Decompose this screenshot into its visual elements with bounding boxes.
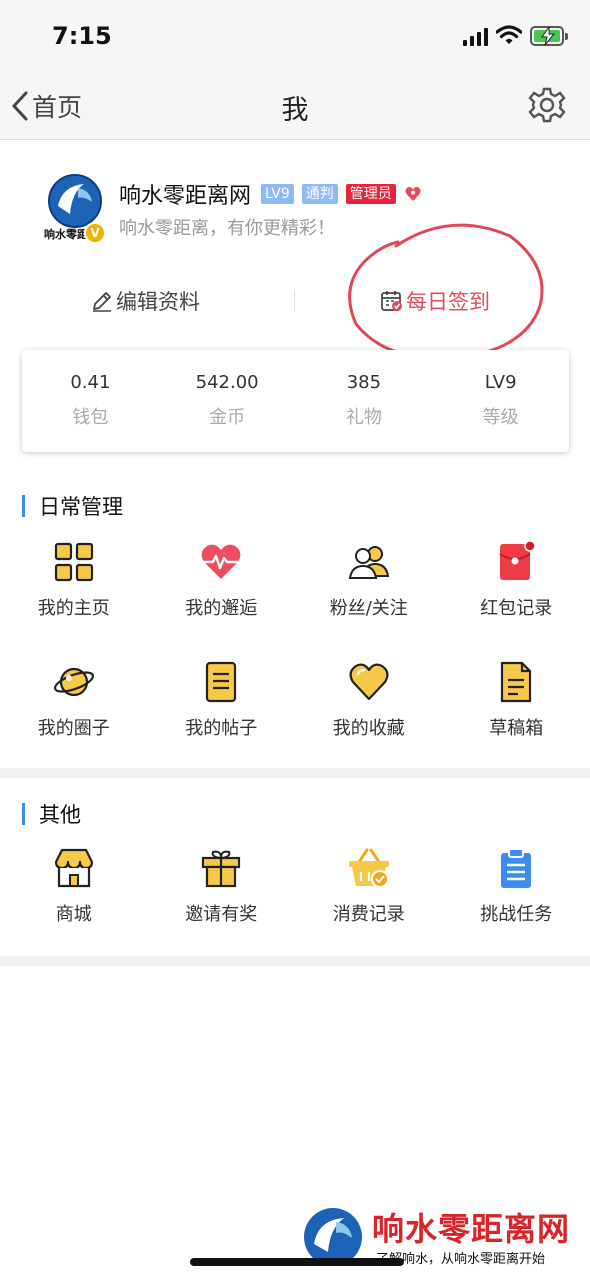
stat-value: LV9 (484, 372, 517, 393)
daily-checkin-label: 每日签到 (406, 290, 490, 314)
people-icon (348, 546, 389, 579)
other-grid: 商城 邀请有奖 消费记录 挑战任务 (0, 840, 590, 960)
menu-label: 我的收藏 (332, 718, 405, 739)
username: 响水零距离网 (119, 184, 252, 209)
stats-card: 0.41 钱包 542.00 金币 385 礼物 LV9 等级 (22, 350, 569, 452)
section-title: 其他 (39, 803, 81, 827)
home-indicator (190, 1258, 404, 1266)
status-time: 7:15 (52, 22, 112, 50)
menu-purchase-records[interactable]: 消费记录 (295, 840, 443, 960)
other-section: 其他 商城 邀请有奖 消费记录 挑战任务 (0, 778, 590, 956)
section-accent-bar (22, 803, 25, 825)
gift-icon (202, 850, 241, 888)
section-header: 日常管理 (22, 491, 123, 521)
stat-wallet[interactable]: 0.41 钱包 (22, 350, 159, 452)
menu-label: 草稿箱 (489, 718, 544, 739)
section-header: 其他 (22, 799, 81, 829)
menu-my-homepage[interactable]: 我的主页 (0, 534, 148, 654)
menu-red-envelope-records[interactable]: 红包记录 (443, 534, 590, 654)
watermark-title: 响水零距离网 (372, 1210, 571, 1248)
heart-icon (349, 663, 389, 701)
menu-label: 消费记录 (332, 904, 405, 925)
site-logo-icon (48, 174, 102, 228)
stat-label: 礼物 (345, 407, 382, 428)
action-divider (294, 290, 295, 312)
profile-section: 响水零距离 V 响水零距离网 LV9 通判 管理员 响水零距离，有你更精彩！ 编… (0, 140, 590, 452)
page-title: 我 (281, 95, 309, 126)
verified-badge: V (84, 222, 106, 244)
menu-label: 我的主页 (37, 598, 110, 619)
daily-management-section: 日常管理 我的主页 我的邂逅 粉丝/关注 红包记录 我的圈子 我的帖子 我的收藏… (0, 470, 590, 768)
stat-label: 等级 (482, 407, 519, 428)
avatar[interactable]: 响水零距离 V (44, 174, 106, 248)
section-title: 日常管理 (39, 495, 123, 519)
stat-coins[interactable]: 542.00 金币 (159, 350, 296, 452)
pencil-icon (93, 292, 111, 312)
stat-label: 钱包 (72, 407, 109, 428)
stat-value: 0.41 (70, 372, 111, 393)
daily-grid: 我的主页 我的邂逅 粉丝/关注 红包记录 我的圈子 我的帖子 我的收藏 草稿箱 (0, 534, 590, 774)
menu-my-encounters[interactable]: 我的邂逅 (148, 534, 296, 654)
daily-checkin-button[interactable]: 每日签到 (380, 286, 490, 316)
shop-icon (54, 848, 93, 888)
clipboard-icon (501, 848, 532, 888)
stat-label: 金币 (209, 407, 246, 428)
section-separator (0, 956, 590, 966)
stat-value: 385 (346, 372, 382, 393)
document-icon (206, 661, 237, 703)
planet-icon (53, 667, 94, 697)
nav-bar: 首页 我 (0, 72, 590, 140)
menu-label: 粉丝/关注 (329, 598, 408, 619)
section-separator (0, 768, 590, 778)
menu-my-circles[interactable]: 我的圈子 (0, 654, 148, 774)
menu-label: 我的圈子 (37, 718, 110, 739)
signature: 响水零距离，有你更精彩！ (119, 218, 335, 239)
menu-invite-rewards[interactable]: 邀请有奖 (148, 840, 296, 960)
menu-label: 商城 (55, 904, 92, 925)
username-row: 响水零距离网 LV9 通判 管理员 (119, 178, 422, 210)
heartbeat-icon (201, 544, 241, 579)
menu-label: 红包记录 (480, 598, 553, 619)
signal-icon (463, 28, 489, 46)
menu-shop[interactable]: 商城 (0, 840, 148, 960)
menu-fans-follow[interactable]: 粉丝/关注 (295, 534, 443, 654)
menu-challenge-tasks[interactable]: 挑战任务 (443, 840, 590, 960)
gear-icon[interactable] (528, 86, 566, 124)
section-accent-bar (22, 495, 25, 517)
menu-label: 挑战任务 (480, 904, 553, 925)
red-envelope-icon (499, 540, 536, 580)
calendar-check-icon (381, 291, 402, 311)
status-bar: 7:15 (0, 0, 590, 72)
action-row: 编辑资料 每日签到 (0, 280, 590, 324)
edit-profile-label: 编辑资料 (116, 290, 200, 314)
menu-label: 我的邂逅 (185, 598, 258, 619)
menu-label: 邀请有奖 (185, 904, 258, 925)
admin-tag: 管理员 (345, 184, 396, 204)
menu-drafts[interactable]: 草稿箱 (443, 654, 590, 774)
site-watermark: 响水零距离网 了解响水，从响水零距离开始 (300, 1200, 590, 1280)
menu-label: 我的帖子 (185, 718, 258, 739)
level-tag: LV9 (261, 184, 294, 204)
menu-my-favorites[interactable]: 我的收藏 (295, 654, 443, 774)
stat-gifts[interactable]: 385 礼物 (296, 350, 433, 452)
stat-level[interactable]: LV9 等级 (432, 350, 569, 452)
wifi-icon (496, 25, 522, 44)
edit-profile-button[interactable]: 编辑资料 (90, 286, 200, 316)
stat-value: 542.00 (195, 372, 259, 393)
basket-icon (348, 848, 389, 888)
menu-my-posts[interactable]: 我的帖子 (148, 654, 296, 774)
grid-icon (54, 542, 93, 582)
heart-pin-icon (405, 187, 421, 201)
battery-icon (530, 26, 568, 46)
draft-icon (501, 661, 532, 703)
title-tag: 通判 (301, 184, 338, 204)
